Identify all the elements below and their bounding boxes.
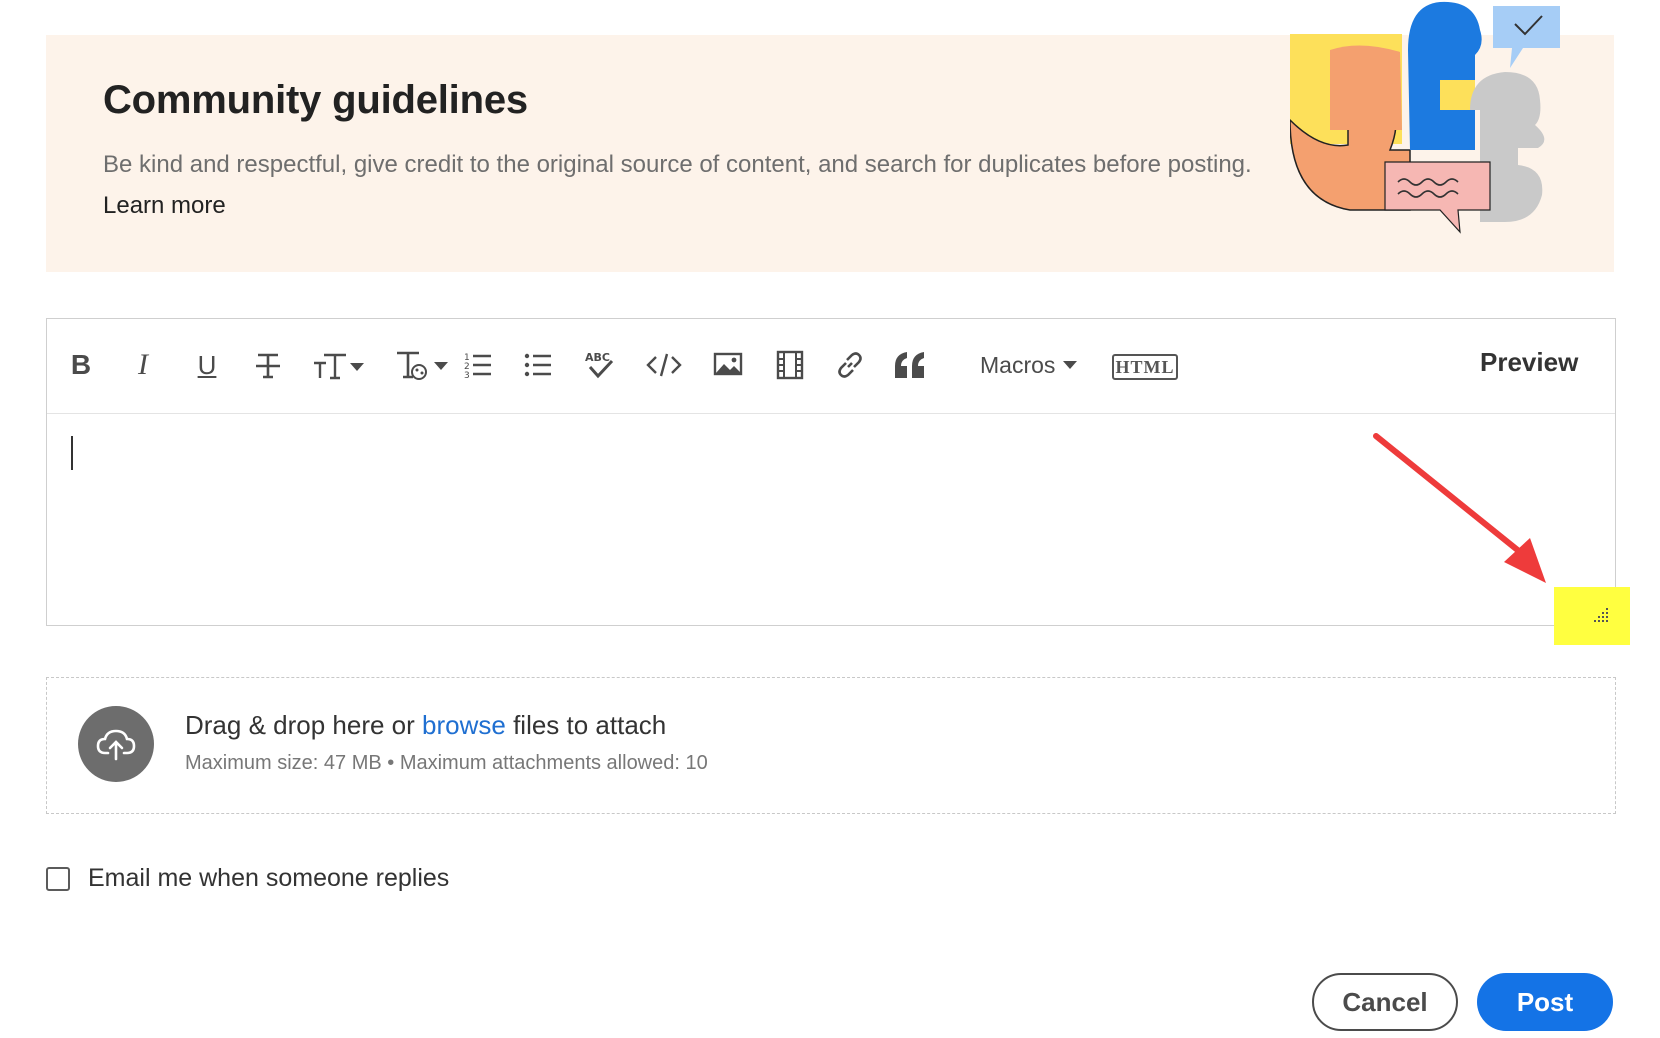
link-icon bbox=[838, 352, 862, 378]
dropzone-instructions: Drag & drop here or browse files to atta… bbox=[185, 710, 666, 741]
underline-button[interactable]: U bbox=[192, 344, 222, 386]
drop-text-before: Drag & drop here or bbox=[185, 710, 423, 740]
image-button[interactable] bbox=[710, 344, 746, 386]
cloud-upload-icon bbox=[96, 729, 136, 761]
text-style-button[interactable] bbox=[393, 344, 453, 386]
italic-button[interactable]: I bbox=[128, 344, 158, 386]
unordered-list-icon bbox=[524, 353, 551, 377]
strikethrough-icon bbox=[256, 353, 280, 379]
drop-text-after: files to attach bbox=[505, 710, 667, 740]
svg-text:3: 3 bbox=[464, 371, 470, 380]
font-size-icon bbox=[314, 353, 364, 380]
svg-text:ABC: ABC bbox=[585, 351, 610, 364]
bold-icon: B bbox=[70, 349, 92, 380]
video-button[interactable] bbox=[772, 344, 808, 386]
attachment-dropzone[interactable] bbox=[46, 677, 1616, 814]
guidelines-title: Community guidelines bbox=[103, 78, 528, 122]
text-cursor bbox=[71, 436, 73, 470]
guidelines-text: Be kind and respectful, give credit to t… bbox=[103, 151, 1252, 178]
spellcheck-button[interactable]: ABC bbox=[582, 344, 618, 386]
upload-button[interactable] bbox=[78, 706, 154, 782]
macros-label: Macros bbox=[980, 351, 1056, 378]
italic-icon: I bbox=[138, 348, 148, 381]
email-replies-label[interactable]: Email me when someone replies bbox=[88, 864, 449, 893]
learn-more-link[interactable]: Learn more bbox=[103, 192, 226, 220]
video-icon bbox=[776, 350, 804, 380]
underline-icon: U bbox=[197, 349, 217, 380]
spellcheck-icon: ABC bbox=[585, 351, 614, 379]
font-size-button[interactable] bbox=[310, 344, 370, 386]
bold-button[interactable]: B bbox=[66, 344, 96, 386]
code-icon bbox=[646, 353, 682, 377]
attachment-limits: Maximum size: 47 MB • Maximum attachment… bbox=[185, 752, 708, 774]
strikethrough-button[interactable] bbox=[250, 344, 286, 386]
code-button[interactable] bbox=[644, 344, 684, 386]
ordered-list-icon: 123 bbox=[464, 353, 491, 380]
image-icon bbox=[713, 352, 743, 376]
browse-link[interactable]: browse bbox=[422, 710, 506, 740]
html-button[interactable]: HTML bbox=[1112, 354, 1178, 380]
email-replies-checkbox[interactable] bbox=[46, 867, 70, 891]
quote-icon bbox=[895, 352, 924, 378]
community-illustration bbox=[1290, 1, 1560, 234]
macros-dropdown[interactable]: Macros bbox=[980, 348, 1078, 382]
unordered-list-button[interactable] bbox=[520, 344, 556, 386]
link-button[interactable] bbox=[832, 344, 868, 386]
ordered-list-button[interactable]: 123 bbox=[460, 344, 496, 386]
cancel-button[interactable]: Cancel bbox=[1312, 973, 1458, 1031]
quote-button[interactable] bbox=[890, 344, 930, 386]
post-button[interactable]: Post bbox=[1477, 973, 1613, 1031]
preview-button[interactable]: Preview bbox=[1480, 347, 1578, 378]
resize-handle-icon[interactable] bbox=[1590, 604, 1610, 624]
chevron-down-icon bbox=[1063, 361, 1078, 369]
text-style-icon bbox=[397, 351, 448, 380]
red-arrow-annotation bbox=[1373, 433, 1546, 583]
